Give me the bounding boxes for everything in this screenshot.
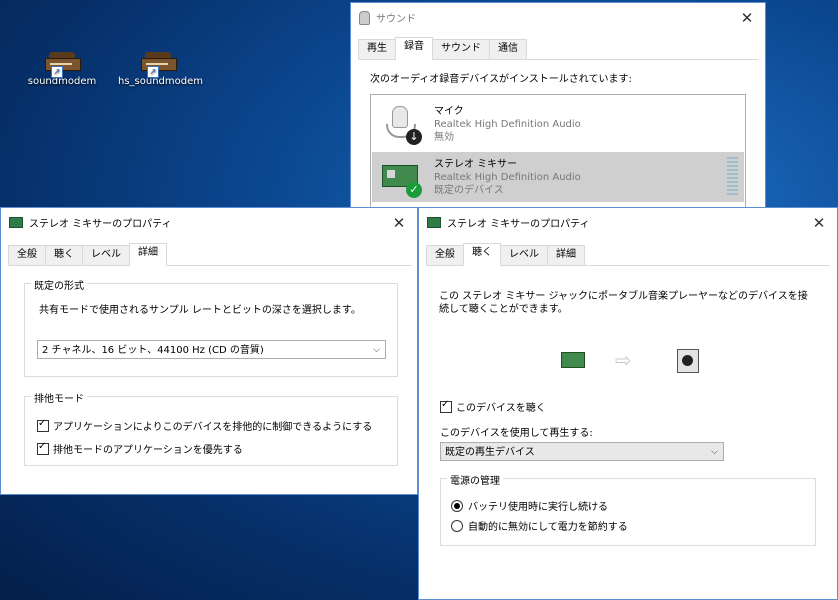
default-format-group: 既定の形式 共有モードで使用されるサンプル レートとビットの深さを選択します。 …	[24, 277, 398, 377]
modem-icon: ↗	[45, 52, 81, 78]
tab-recording[interactable]: 録音	[395, 37, 433, 60]
listen-description: この ステレオ ミキサー ジャックにポータブル音楽プレーヤーなどのデバイスを接続…	[439, 291, 808, 315]
allow-exclusive-checkbox[interactable]: アプリケーションによりこのデバイスを排他的に制御できるようにする	[37, 418, 372, 433]
instruction-text: 次のオーディオ録音デバイスがインストールされています:	[370, 74, 632, 85]
sound-card-icon: ✓	[380, 155, 424, 199]
device-driver: Realtek High Definition Audio	[434, 118, 581, 130]
playback-label: このデバイスを使用して再生する:	[440, 428, 593, 439]
radio-selected[interactable]	[451, 499, 463, 512]
device-to-speaker-illustration: ⇨	[559, 348, 709, 374]
tab-advanced[interactable]: 詳細	[547, 245, 585, 265]
level-meter	[727, 157, 738, 197]
desktop-icon-soundmodem[interactable]: ↗ soundmodem	[22, 52, 102, 87]
keep-running-radio[interactable]: バッテリ使用時に実行し続ける	[451, 498, 608, 513]
format-description: 共有モードで使用されるサンプル レートとビットの深さを選択します。	[39, 305, 361, 316]
title-bar: サウンド ✕	[351, 3, 765, 32]
device-name: マイク	[434, 105, 464, 117]
format-select[interactable]: 2 チャネル、16 ビット、44100 Hz (CD の音質) ⌵	[37, 340, 386, 359]
properties-window-listen: ステレオ ミキサーのプロパティ ✕ 全般 聴く レベル 詳細 この ステレオ ミ…	[418, 207, 838, 600]
close-button[interactable]: ✕	[801, 214, 837, 232]
radio-label: 自動的に無効にして電力を節約する	[468, 522, 628, 533]
right-arrow-icon: ⇨	[615, 348, 632, 372]
close-button[interactable]: ✕	[381, 214, 417, 232]
priority-exclusive-checkbox[interactable]: 排他モードのアプリケーションを優先する	[37, 441, 243, 456]
tab-listen[interactable]: 聴く	[45, 245, 83, 265]
listen-checkbox[interactable]: このデバイスを聴く	[440, 399, 546, 414]
checkbox-checked[interactable]	[37, 441, 49, 455]
tab-strip: 全般 聴く レベル 詳細	[8, 243, 412, 266]
device-status: 既定のデバイス	[434, 184, 504, 196]
tab-communications[interactable]: 通信	[489, 39, 527, 59]
checkbox-label: アプリケーションによりこのデバイスを排他的に制御できるようにする	[53, 422, 373, 433]
chevron-down-icon: ⌵	[711, 447, 718, 457]
tab-advanced[interactable]: 詳細	[129, 243, 167, 266]
microphone-icon: ↓	[380, 102, 424, 146]
window-title: ステレオ ミキサーのプロパティ	[29, 219, 172, 230]
playback-select-value: 既定の再生デバイス	[445, 447, 535, 458]
radio-unselected[interactable]	[451, 519, 463, 532]
tab-strip: 再生 録音 サウンド 通信	[358, 37, 758, 60]
device-status: 無効	[434, 131, 454, 143]
tab-playback[interactable]: 再生	[358, 39, 396, 59]
close-button[interactable]: ✕	[729, 9, 765, 27]
sound-window: サウンド ✕ 再生 録音 サウンド 通信 次のオーディオ録音デバイスがインストー…	[350, 2, 766, 222]
format-select-value: 2 チャネル、16 ビット、44100 Hz (CD の音質)	[42, 345, 264, 356]
sound-card-icon	[427, 217, 441, 228]
tab-general[interactable]: 全般	[426, 245, 464, 265]
power-management-group: 電源の管理 バッテリ使用時に実行し続ける 自動的に無効にして電力を節約する	[440, 472, 816, 546]
down-arrow-icon: ↓	[406, 129, 422, 145]
title-bar: ステレオ ミキサーのプロパティ ✕	[1, 208, 417, 237]
checkbox-checked[interactable]	[440, 399, 452, 413]
device-list[interactable]: ↓ マイク Realtek High Definition Audio 無効 ✓…	[370, 94, 746, 216]
radio-label: バッテリ使用時に実行し続ける	[468, 502, 608, 513]
tab-levels[interactable]: レベル	[500, 245, 548, 265]
exclusive-mode-group: 排他モード アプリケーションによりこのデバイスを排他的に制御できるようにする 排…	[24, 390, 398, 466]
group-legend: 排他モード	[31, 390, 87, 405]
speaker-icon	[677, 349, 699, 373]
modem-icon: ↗	[141, 52, 177, 78]
properties-window-advanced: ステレオ ミキサーのプロパティ ✕ 全般 聴く レベル 詳細 既定の形式 共有モ…	[0, 207, 418, 495]
tab-levels[interactable]: レベル	[82, 245, 130, 265]
sound-card-icon	[561, 352, 585, 368]
speaker-icon	[359, 10, 370, 25]
device-driver: Realtek High Definition Audio	[434, 171, 581, 183]
tab-strip: 全般 聴く レベル 詳細	[426, 243, 830, 266]
window-title: サウンド	[376, 14, 416, 25]
sound-card-icon	[9, 217, 23, 228]
group-legend: 電源の管理	[447, 472, 503, 487]
checkbox-checked[interactable]	[37, 418, 49, 432]
tab-listen[interactable]: 聴く	[463, 243, 501, 266]
auto-disable-radio[interactable]: 自動的に無効にして電力を節約する	[451, 518, 628, 533]
checkbox-label: このデバイスを聴く	[456, 403, 546, 414]
device-name: ステレオ ミキサー	[434, 158, 518, 170]
group-legend: 既定の形式	[31, 277, 87, 292]
tab-general[interactable]: 全般	[8, 245, 46, 265]
window-title: ステレオ ミキサーのプロパティ	[447, 219, 590, 230]
device-item-mic[interactable]: ↓ マイク Realtek High Definition Audio 無効	[372, 99, 744, 149]
desktop-icon-hs-soundmodem[interactable]: ↗ hs_soundmodem	[118, 52, 203, 87]
tab-sounds[interactable]: サウンド	[432, 39, 490, 59]
device-item-stereo-mixer[interactable]: ✓ ステレオ ミキサー Realtek High Definition Audi…	[372, 152, 744, 202]
playback-device-select[interactable]: 既定の再生デバイス ⌵	[440, 442, 724, 461]
chevron-down-icon: ⌵	[373, 345, 380, 355]
green-check-icon: ✓	[406, 182, 422, 198]
checkbox-label: 排他モードのアプリケーションを優先する	[53, 445, 243, 456]
title-bar: ステレオ ミキサーのプロパティ ✕	[419, 208, 837, 237]
